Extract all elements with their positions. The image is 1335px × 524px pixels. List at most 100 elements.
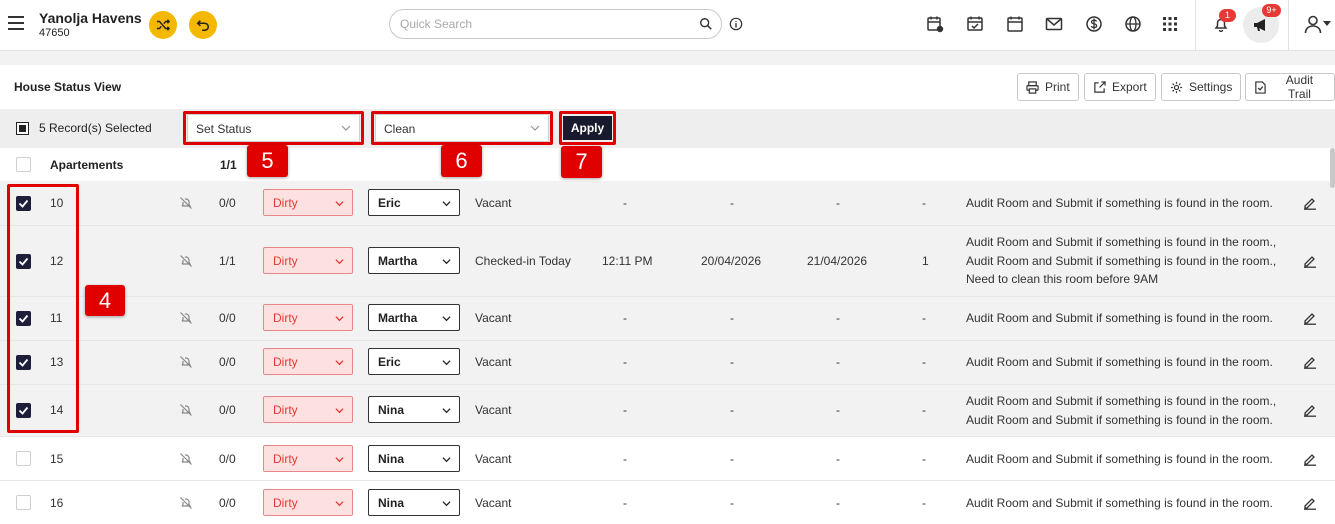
checkin-time: 12:11 PM	[602, 254, 653, 268]
settings-button[interactable]: Settings	[1161, 73, 1242, 101]
row-checkbox[interactable]	[16, 451, 31, 466]
user-menu[interactable]	[1299, 14, 1335, 34]
dnd-muted-icon	[180, 197, 192, 209]
housekeeping-status-dropdown[interactable]: Dirty	[263, 247, 353, 274]
export-icon	[1094, 80, 1106, 93]
megaphone-icon	[1254, 19, 1265, 31]
edit-icon[interactable]	[1303, 196, 1317, 210]
occupancy-status: Vacant	[475, 355, 512, 369]
undo-button[interactable]	[189, 11, 217, 39]
edit-icon[interactable]	[1303, 403, 1317, 417]
housekeeping-status-dropdown[interactable]: Dirty	[263, 489, 353, 516]
table-row[interactable]: 16 0/0 Dirty Nina Vacant - - - - Audit R…	[0, 481, 1335, 524]
property-name: Yanolja Havens	[39, 10, 142, 26]
vertical-scrollbar[interactable]	[1330, 148, 1335, 188]
note-line: Audit Room and Submit if something is fo…	[966, 355, 1273, 369]
attendant-name: Nina	[378, 496, 405, 510]
announcement-badge: 9+	[1262, 4, 1281, 17]
task-count: 0/0	[219, 355, 236, 369]
task-count: 0/0	[219, 311, 236, 325]
edit-icon[interactable]	[1303, 355, 1317, 369]
note-line: Need to clean this room before 9AM	[966, 272, 1159, 286]
select-all-checkbox[interactable]	[16, 122, 29, 135]
edit-icon[interactable]	[1303, 311, 1317, 325]
attendant-dropdown[interactable]: Nina	[368, 396, 460, 423]
dnd-muted-icon	[180, 255, 192, 267]
attendant-dropdown[interactable]: Nina	[368, 445, 460, 472]
menu-icon[interactable]	[8, 16, 24, 30]
attendant-dropdown[interactable]: Nina	[368, 489, 460, 516]
attendant-dropdown[interactable]: Eric	[368, 348, 460, 375]
print-button[interactable]: Print	[1017, 73, 1079, 101]
header-checkbox[interactable]	[16, 157, 31, 172]
export-label: Export	[1112, 80, 1147, 94]
page-title: House Status View	[14, 80, 122, 94]
calendar-check-icon[interactable]	[965, 14, 985, 34]
chevron-down-icon	[442, 316, 451, 322]
mail-icon[interactable]	[1044, 14, 1064, 34]
info-icon[interactable]	[729, 17, 743, 31]
status-label: Dirty	[273, 403, 298, 417]
attendant-dropdown[interactable]: Eric	[368, 189, 460, 216]
edit-icon[interactable]	[1303, 254, 1317, 268]
status-label: Dirty	[273, 496, 298, 510]
edit-icon[interactable]	[1303, 452, 1317, 466]
checkin-time: -	[623, 452, 627, 466]
chevron-down-icon	[335, 408, 344, 414]
table-row[interactable]: 15 0/0 Dirty Nina Vacant - - - - Audit R…	[0, 437, 1335, 481]
status-label: Dirty	[273, 452, 298, 466]
printer-icon	[1026, 80, 1039, 94]
status-label: Dirty	[273, 254, 298, 268]
export-button[interactable]: Export	[1084, 73, 1156, 101]
edit-icon[interactable]	[1303, 496, 1317, 510]
table-row[interactable]: 13 0/0 Dirty Eric Vacant - - - - Audit R…	[0, 341, 1335, 385]
guest-count: -	[922, 496, 926, 510]
dnd-muted-icon	[180, 453, 192, 465]
calendar-icon[interactable]	[1005, 14, 1025, 34]
callout-7: 7	[561, 146, 602, 178]
search-input[interactable]	[400, 17, 680, 31]
gear-icon	[1170, 81, 1183, 93]
attendant-dropdown[interactable]: Martha	[368, 304, 460, 331]
arrival-date: -	[730, 311, 734, 325]
housekeeping-status-dropdown[interactable]: Dirty	[263, 189, 353, 216]
chevron-down-icon	[335, 201, 344, 207]
dnd-muted-icon	[180, 356, 192, 368]
chevron-down-icon	[442, 201, 451, 207]
checkin-time: -	[623, 403, 627, 417]
apps-grid-icon[interactable]	[1160, 14, 1180, 34]
selection-count: 5 Record(s) Selected	[39, 121, 152, 135]
departure-date: -	[836, 452, 840, 466]
search-icon[interactable]	[699, 17, 713, 31]
highlight-box-5	[183, 111, 364, 145]
calendar-add-icon[interactable]	[925, 14, 945, 34]
task-count: 0/0	[219, 403, 236, 417]
housekeeping-status-dropdown[interactable]: Dirty	[263, 348, 353, 375]
attendant-name: Martha	[378, 254, 418, 268]
chevron-down-icon	[442, 408, 451, 414]
housekeeping-status-dropdown[interactable]: Dirty	[263, 445, 353, 472]
chevron-down-icon	[335, 457, 344, 463]
guest-count: 1	[922, 254, 929, 268]
departure-date: -	[836, 403, 840, 417]
table-row[interactable]: 12 1/1 Dirty Martha Checked-in Today 12:…	[0, 226, 1335, 297]
separator	[1288, 0, 1289, 51]
checkin-time: -	[623, 496, 627, 510]
bell-badge: 1	[1219, 9, 1236, 22]
attendant-dropdown[interactable]: Martha	[368, 247, 460, 274]
currency-icon[interactable]	[1084, 14, 1104, 34]
note-line: Audit Room and Submit if something is fo…	[966, 235, 1277, 249]
checkin-time: -	[623, 196, 627, 210]
table-row[interactable]: 11 0/0 Dirty Martha Vacant - - - - Audit…	[0, 297, 1335, 341]
room-number: 15	[50, 452, 64, 466]
table-row[interactable]: 10 0/0 Dirty Eric Vacant - - - - Audit R…	[0, 181, 1335, 226]
globe-icon[interactable]	[1123, 14, 1143, 34]
housekeeping-status-dropdown[interactable]: Dirty	[263, 396, 353, 423]
row-checkbox[interactable]	[16, 495, 31, 510]
audit-trail-button[interactable]: Audit Trail	[1245, 73, 1335, 101]
housekeeping-status-dropdown[interactable]: Dirty	[263, 304, 353, 331]
room-notes: Audit Room and Submit if something is fo…	[966, 194, 1273, 213]
table-row[interactable]: 14 0/0 Dirty Nina Vacant - - - - Audit R…	[0, 385, 1335, 437]
shuffle-button[interactable]	[149, 11, 177, 39]
occupancy-status: Vacant	[475, 403, 512, 417]
